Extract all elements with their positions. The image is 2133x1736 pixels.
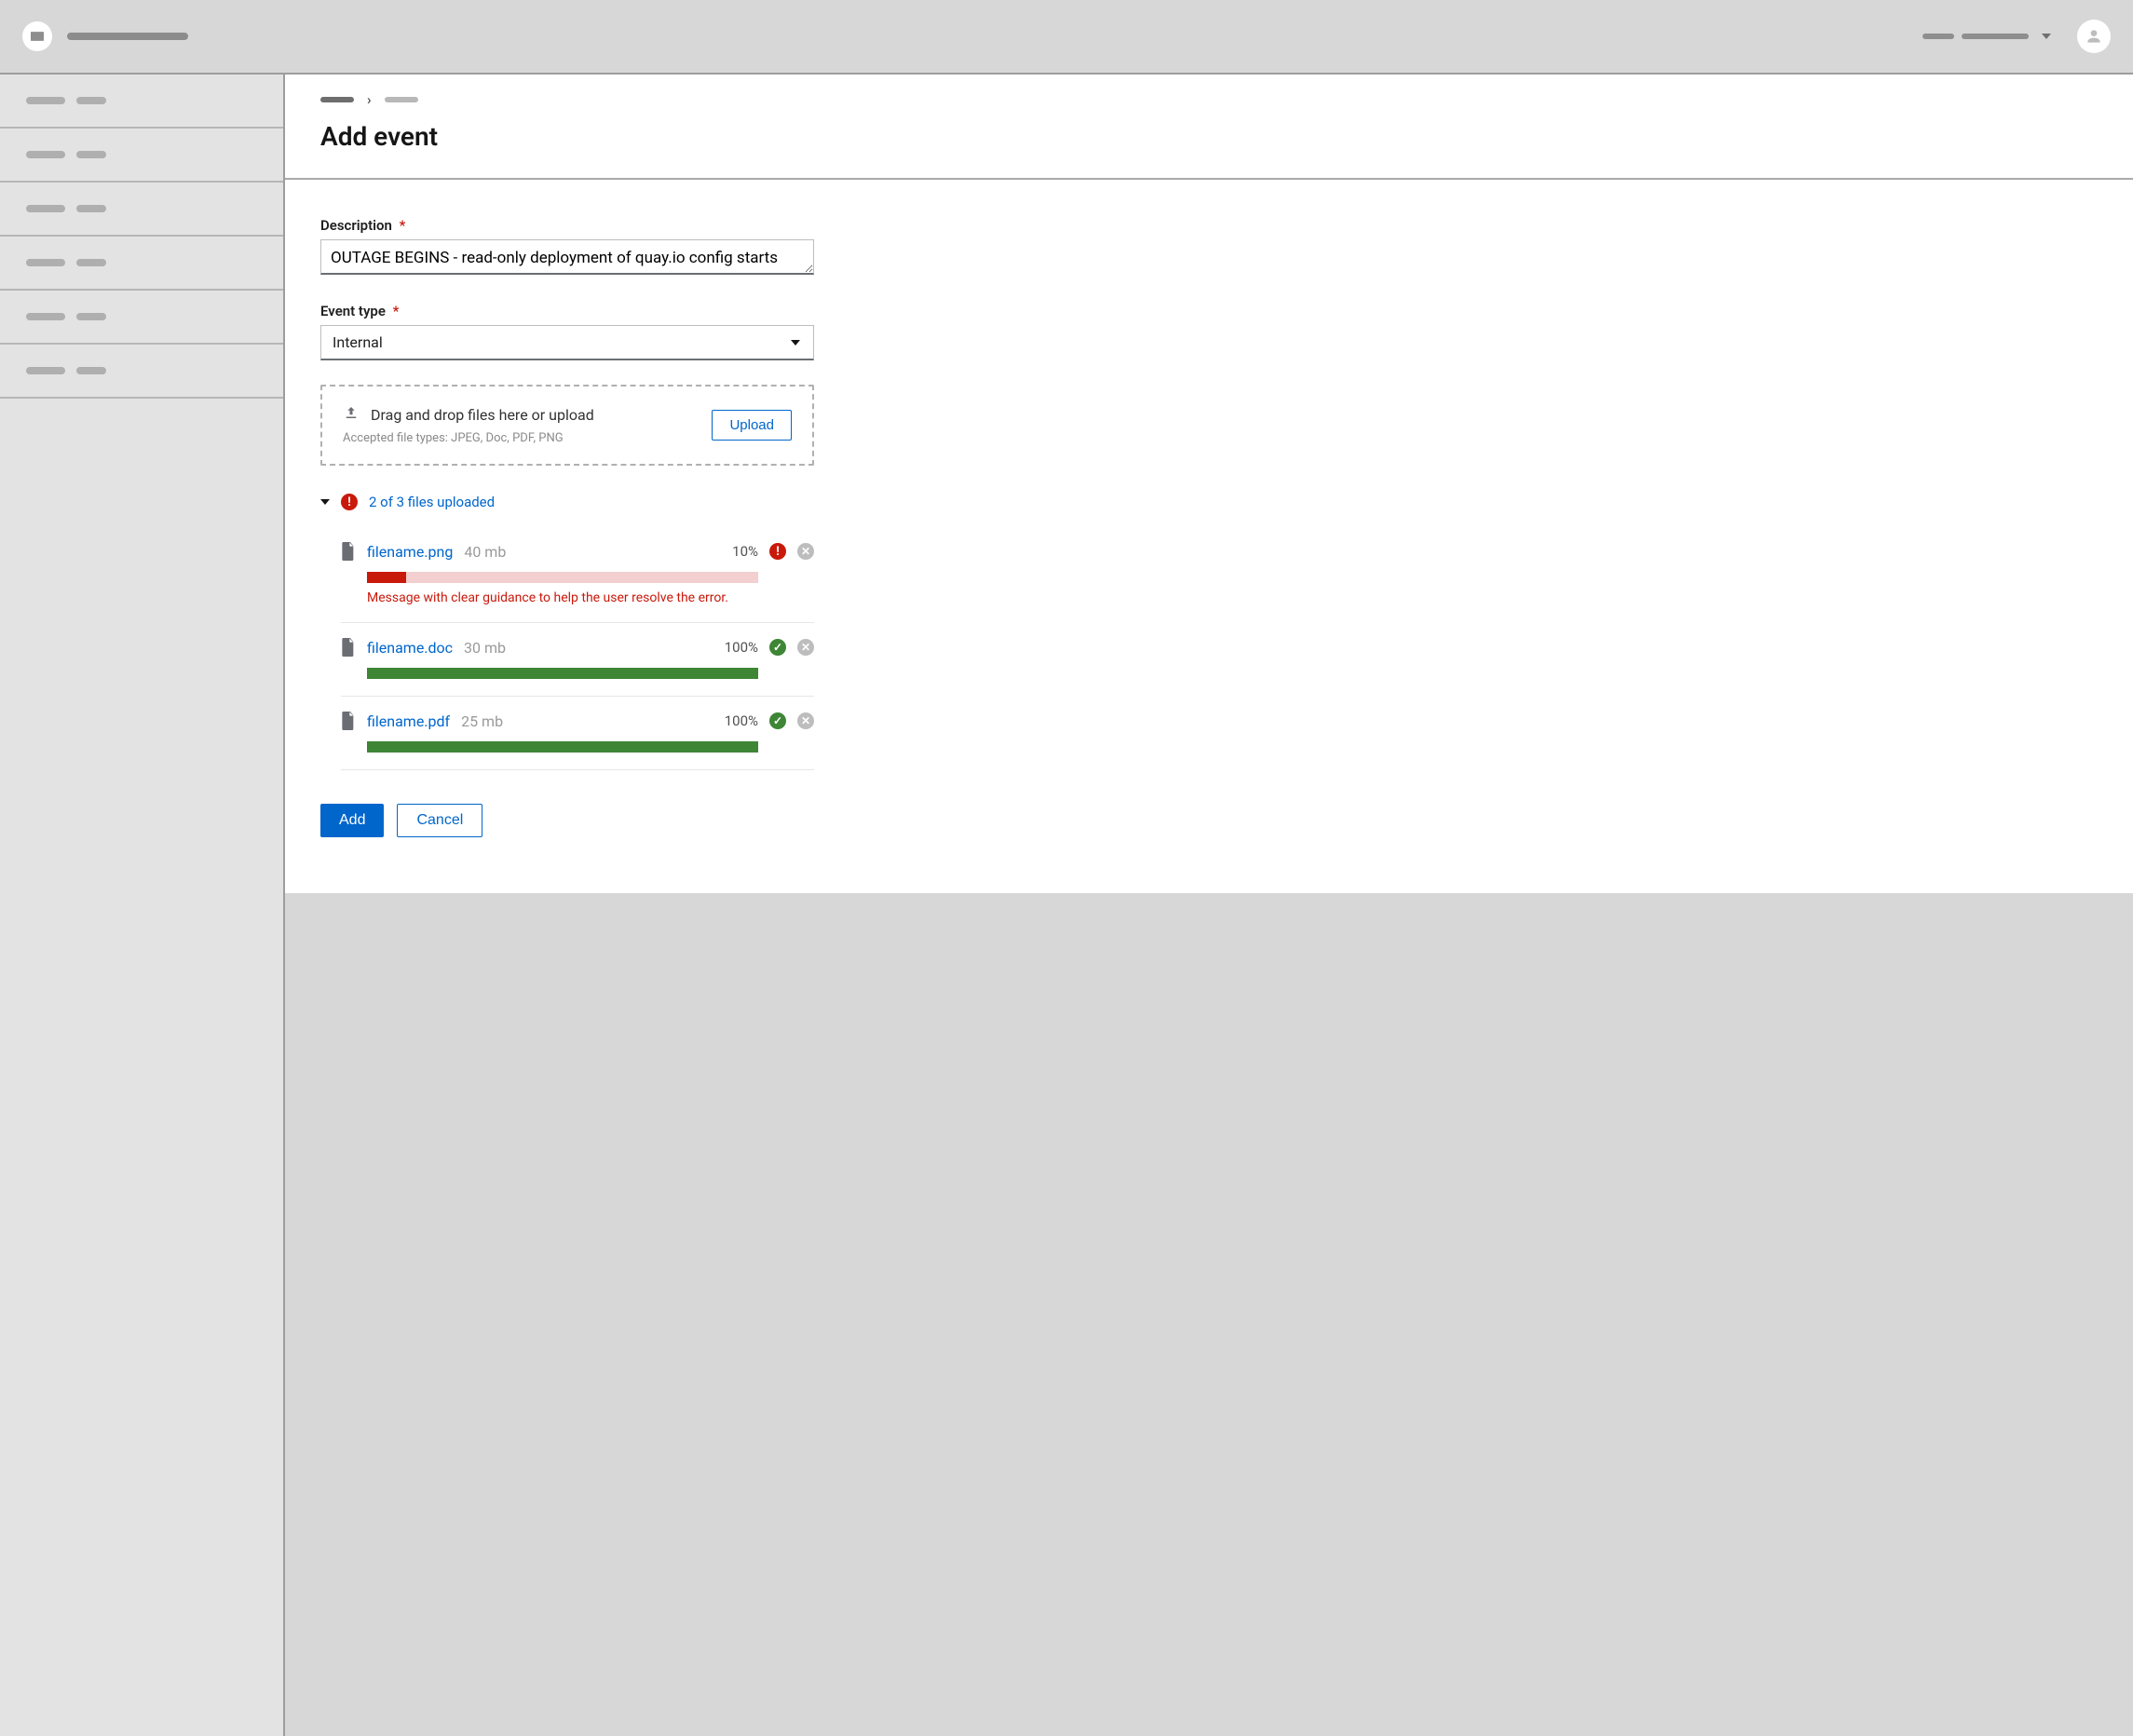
description-label-text: Description <box>320 217 392 234</box>
event-type-select[interactable]: Internal <box>320 325 814 360</box>
upload-status-text: 2 of 3 files uploaded <box>369 494 495 510</box>
breadcrumb-item <box>385 97 418 102</box>
sidebar-item[interactable] <box>0 291 283 345</box>
description-label: Description * <box>320 217 814 234</box>
chevron-down-icon[interactable] <box>2042 34 2051 39</box>
topbar-placeholder <box>1962 34 2029 39</box>
success-icon: ✓ <box>769 712 786 729</box>
file-icon <box>341 638 356 657</box>
chevron-right-icon: › <box>367 91 372 108</box>
required-indicator: * <box>393 303 400 319</box>
upload-icon <box>343 405 360 424</box>
app-title-placeholder <box>67 33 188 40</box>
breadcrumb-item[interactable] <box>320 97 354 102</box>
progress-bar <box>367 572 758 583</box>
sidebar-item[interactable] <box>0 183 283 237</box>
upload-status-toggle[interactable]: ! 2 of 3 files uploaded <box>320 494 814 510</box>
sidebar <box>0 75 285 1736</box>
add-button[interactable]: Add <box>320 804 384 837</box>
sidebar-item[interactable] <box>0 129 283 183</box>
description-input[interactable] <box>320 239 814 275</box>
cancel-button[interactable]: Cancel <box>397 804 482 837</box>
file-row: filename.doc 30 mb 100% ✓ ✕ <box>341 623 814 697</box>
chevron-down-icon <box>791 340 800 346</box>
avatar[interactable] <box>2077 20 2111 53</box>
page-title: Add event <box>320 121 2098 152</box>
file-size: 30 mb <box>464 639 506 657</box>
file-icon <box>341 712 356 730</box>
app-logo <box>22 21 52 51</box>
chevron-down-icon <box>320 499 330 505</box>
file-percent: 100% <box>725 639 758 656</box>
file-name[interactable]: filename.png <box>367 543 453 561</box>
upload-accept-text: Accepted file types: JPEG, Doc, PDF, PNG <box>343 431 699 445</box>
file-row: filename.png 40 mb 10%! ✕ Message with clear… <box>341 527 814 623</box>
topbar <box>0 0 2133 75</box>
file-error-message: Message with clear guidance to help the … <box>367 590 814 605</box>
file-percent: 100% <box>725 712 758 729</box>
file-name[interactable]: filename.doc <box>367 639 453 657</box>
event-type-label-text: Event type <box>320 303 386 319</box>
remove-file-button[interactable]: ✕ <box>797 639 814 656</box>
file-name[interactable]: filename.pdf <box>367 712 450 730</box>
progress-bar <box>367 668 758 679</box>
file-size: 40 mb <box>464 543 506 561</box>
file-percent: 10% <box>732 543 758 560</box>
event-type-value: Internal <box>333 333 383 351</box>
event-type-label: Event type * <box>320 303 814 319</box>
breadcrumb: › <box>320 91 2098 108</box>
file-upload-dropzone[interactable]: Drag and drop files here or upload Accep… <box>320 385 814 466</box>
upload-button[interactable]: Upload <box>712 410 792 441</box>
topbar-right <box>1922 20 2111 53</box>
success-icon: ✓ <box>769 639 786 656</box>
progress-bar <box>367 741 758 753</box>
file-row: filename.pdf 25 mb 100% ✓ ✕ <box>341 697 814 770</box>
remove-file-button[interactable]: ✕ <box>797 543 814 560</box>
remove-file-button[interactable]: ✕ <box>797 712 814 729</box>
required-indicator: * <box>400 217 406 234</box>
sidebar-item[interactable] <box>0 75 283 129</box>
sidebar-item[interactable] <box>0 237 283 291</box>
topbar-placeholder <box>1922 34 1954 39</box>
page-header: › Add event <box>285 75 2133 180</box>
sidebar-item[interactable] <box>0 345 283 399</box>
upload-drag-text: Drag and drop files here or upload <box>371 406 594 424</box>
file-icon <box>341 542 356 561</box>
error-icon: ! <box>341 494 358 510</box>
main-content: › Add event Description * Event ty <box>285 75 2133 1736</box>
error-icon: ! <box>769 543 786 560</box>
file-size: 25 mb <box>461 712 503 730</box>
